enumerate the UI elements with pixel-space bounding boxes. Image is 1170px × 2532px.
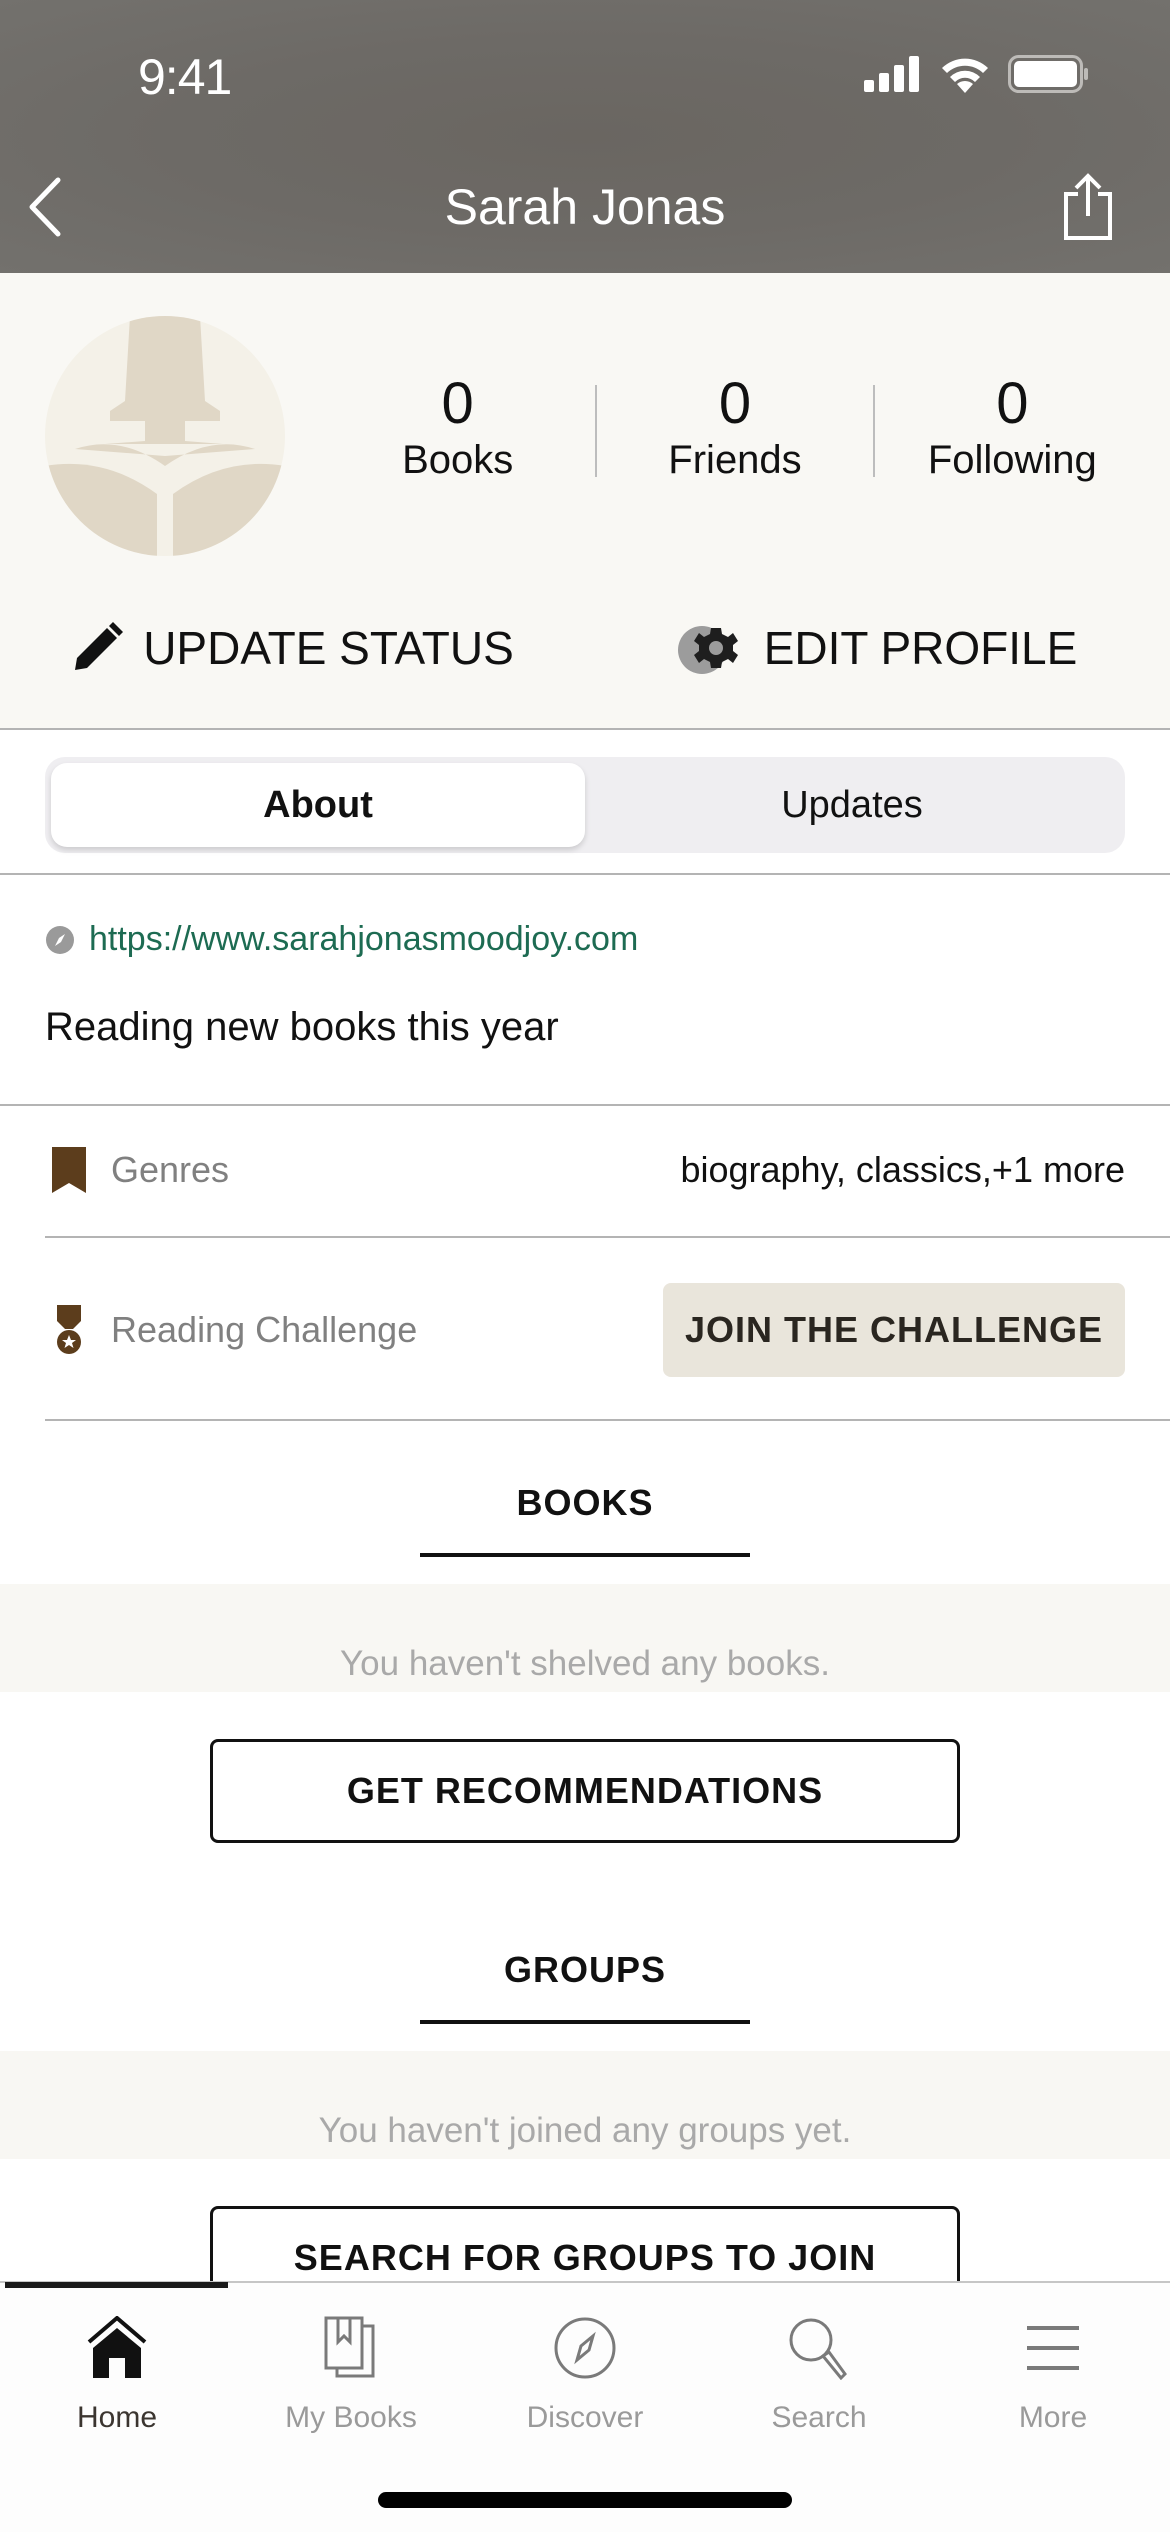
groups-section-underline <box>420 2020 750 2024</box>
website-url[interactable]: https://www.sarahjonasmoodjoy.com <box>89 920 638 959</box>
tab-more[interactable]: More <box>936 2313 1170 2435</box>
books-section-title: BOOKS <box>516 1482 654 1523</box>
edit-profile-button[interactable]: EDIT PROFILE <box>585 603 1170 693</box>
tab-search[interactable]: Search <box>702 2313 936 2435</box>
page-title: Sarah Jonas <box>444 179 726 235</box>
gear-icon <box>677 626 738 674</box>
profile-summary: 0 Books 0 Friends 0 Following UPDATE STA… <box>0 273 1170 730</box>
tab-updates[interactable]: Updates <box>585 763 1119 847</box>
stat-label: Friends <box>668 438 802 482</box>
segmented-control: About Updates <box>45 757 1125 853</box>
divider <box>45 1419 1170 1421</box>
tab-label: More <box>1018 2401 1088 2434</box>
stat-value: 0 <box>718 371 752 436</box>
update-status-button[interactable]: UPDATE STATUS <box>0 603 585 693</box>
tab-label: Home <box>76 2401 158 2434</box>
get-recommendations-button[interactable]: GET RECOMMENDATIONS <box>210 1739 960 1843</box>
divider <box>45 1236 1170 1238</box>
stat-following[interactable]: 0 Following <box>875 373 1150 493</box>
home-icon <box>87 2316 147 2378</box>
edit-profile-label: EDIT PROFILE <box>763 622 1078 674</box>
reader-silhouette-icon <box>45 316 285 556</box>
tab-discover[interactable]: Discover <box>468 2313 702 2435</box>
compass-icon <box>46 925 74 954</box>
stat-label: Books <box>402 438 514 482</box>
update-status-label: UPDATE STATUS <box>143 622 514 674</box>
groups-section-title: GROUPS <box>503 1949 667 1990</box>
compass-icon <box>554 2317 616 2379</box>
tab-label: My Books <box>285 2401 417 2434</box>
active-tab-indicator <box>5 2282 228 2288</box>
stat-books[interactable]: 0 Books <box>320 373 595 493</box>
stat-value: 0 <box>441 371 474 436</box>
pencil-icon <box>75 622 124 670</box>
stats-row: 0 Books 0 Friends 0 Following <box>320 373 1150 493</box>
profile-actions: UPDATE STATUS EDIT PROFILE <box>0 603 1170 693</box>
tab-label: Search <box>771 2401 867 2434</box>
reading-challenge-label: Reading Challenge <box>111 1309 418 1350</box>
divider <box>0 1104 1170 1106</box>
groups-empty-state: You haven't joined any groups yet. <box>0 2051 1170 2159</box>
stat-value: 0 <box>996 371 1029 436</box>
reading-challenge-row: Reading Challenge JOIN THE CHALLENGE <box>45 1283 1125 1377</box>
segmented-control-area: About Updates <box>0 730 1170 875</box>
tab-about[interactable]: About <box>51 763 585 847</box>
menu-icon <box>1027 2326 1079 2370</box>
search-icon <box>789 2318 847 2380</box>
join-challenge-button[interactable]: JOIN THE CHALLENGE <box>663 1283 1125 1377</box>
tab-my-books[interactable]: My Books <box>234 2313 468 2435</box>
website-link[interactable]: https://www.sarahjonasmoodjoy.com <box>45 920 638 959</box>
bookmark-icon <box>52 1147 86 1193</box>
tab-home[interactable]: Home <box>0 2313 234 2435</box>
genres-row[interactable]: Genres biography, classics,+1 more <box>45 1130 1125 1210</box>
bio-text: Reading new books this year <box>45 1005 559 1049</box>
home-indicator <box>378 2492 792 2508</box>
status-icons <box>864 55 1090 93</box>
status-time: 9:41 <box>138 49 232 105</box>
wifi-icon <box>942 58 988 93</box>
share-icon[interactable] <box>1058 172 1118 244</box>
avatar[interactable] <box>45 316 285 556</box>
my-books-icon <box>324 2316 375 2378</box>
medal-icon <box>57 1305 81 1354</box>
signal-icon <box>864 56 919 92</box>
genres-value: biography, classics,+1 more <box>680 1149 1125 1190</box>
genres-label: Genres <box>111 1149 230 1190</box>
stat-label: Following <box>927 438 1097 482</box>
tab-label: Discover <box>526 2401 644 2434</box>
books-empty-state: You haven't shelved any books. <box>0 1584 1170 1692</box>
books-section-underline <box>420 1553 750 1557</box>
stat-friends[interactable]: 0 Friends <box>597 373 872 493</box>
navigation-header: 9:41 Sarah Jonas <box>0 0 1170 273</box>
battery-icon <box>1008 55 1088 93</box>
